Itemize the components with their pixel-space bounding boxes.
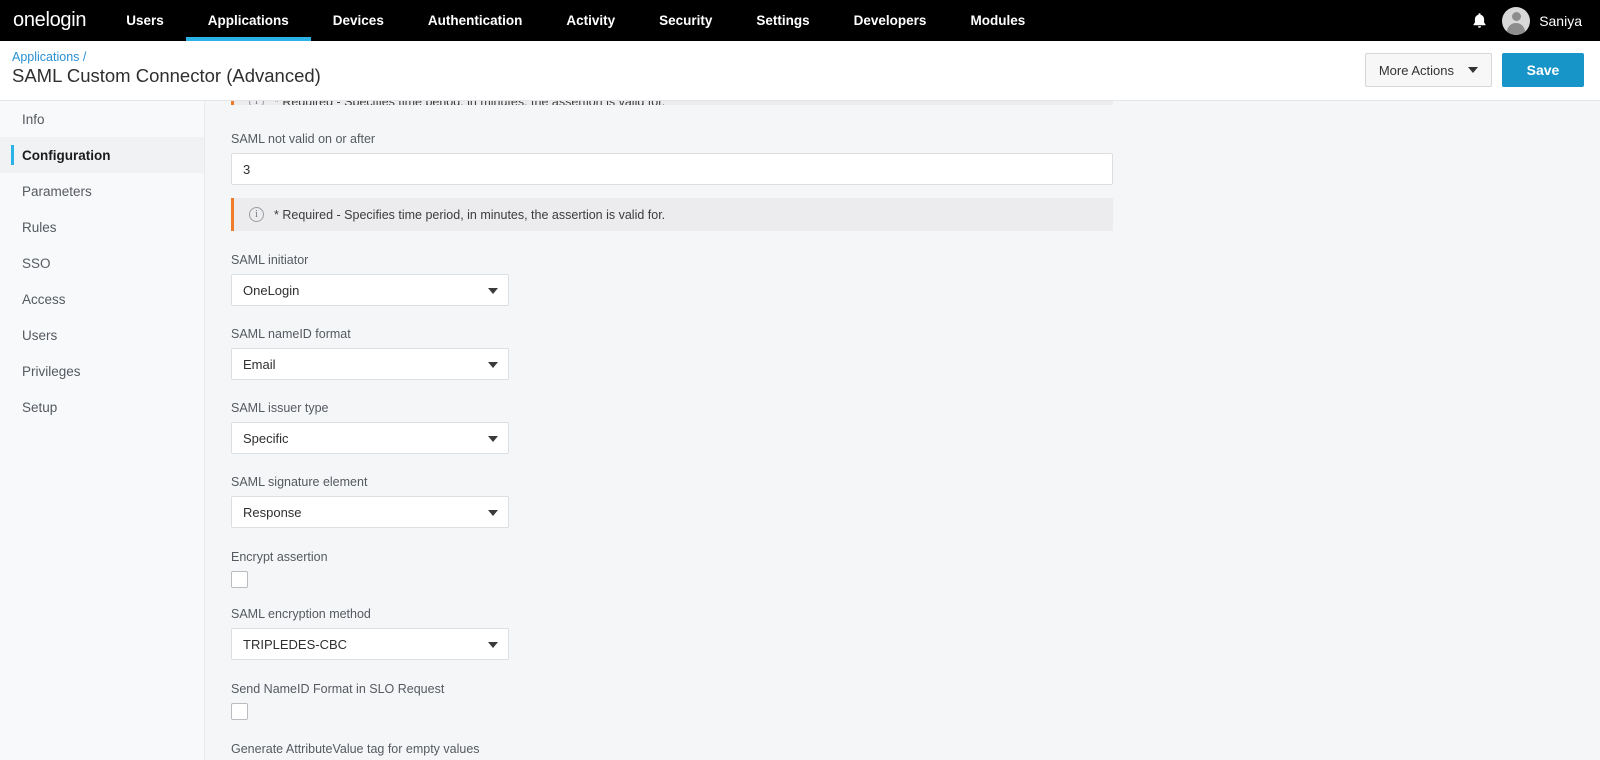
breadcrumb[interactable]: Applications / bbox=[12, 50, 86, 64]
field-encrypt-assertion: Encrypt assertion bbox=[231, 550, 1600, 588]
info-circle-icon: i bbox=[249, 207, 264, 222]
saml-initiator-value[interactable]: OneLogin bbox=[231, 274, 509, 306]
field-saml-issuer-type: SAML issuer type Specific bbox=[231, 401, 1600, 454]
saml-not-valid-input[interactable] bbox=[231, 153, 1113, 185]
header-actions: More Actions Save bbox=[1364, 53, 1584, 87]
configuration-form-panel: i * Required - Specifies time period, in… bbox=[205, 101, 1600, 760]
field-saml-not-valid-on-or-after: SAML not valid on or after i * Required … bbox=[231, 132, 1600, 231]
main-nav-items: Users Applications Devices Authenticatio… bbox=[104, 0, 1047, 41]
form-wrapper: i * Required - Specifies time period, in… bbox=[205, 101, 1600, 756]
sidebar-item-rules[interactable]: Rules bbox=[0, 209, 204, 245]
nav-item-authentication[interactable]: Authentication bbox=[406, 0, 545, 41]
sidebar-item-access[interactable]: Access bbox=[0, 281, 204, 317]
generate-attributevalue-tag-label: Generate AttributeValue tag for empty va… bbox=[231, 742, 480, 756]
info-banner-saml-not-valid: i * Required - Specifies time period, in… bbox=[231, 198, 1113, 231]
saml-signature-element-label: SAML signature element bbox=[231, 475, 368, 489]
encrypt-assertion-label: Encrypt assertion bbox=[231, 550, 328, 564]
top-navigation-bar: onelogin Users Applications Devices Auth… bbox=[0, 0, 1600, 41]
saml-encryption-method-label: SAML encryption method bbox=[231, 607, 371, 621]
page-title: SAML Custom Connector (Advanced) bbox=[12, 65, 321, 86]
field-send-nameid-format-slo: Send NameID Format in SLO Request bbox=[231, 682, 1600, 720]
page-header: Applications / SAML Custom Connector (Ad… bbox=[0, 41, 1600, 101]
sidebar-item-users[interactable]: Users bbox=[0, 317, 204, 353]
sidebar-item-sso[interactable]: SSO bbox=[0, 245, 204, 281]
saml-encryption-method-select[interactable]: TRIPLEDES-CBC bbox=[231, 628, 509, 660]
nav-item-modules[interactable]: Modules bbox=[948, 0, 1047, 41]
save-button[interactable]: Save bbox=[1502, 53, 1584, 87]
saml-issuer-type-select[interactable]: Specific bbox=[231, 422, 509, 454]
saml-initiator-label: SAML initiator bbox=[231, 253, 309, 267]
sidebar-item-privileges[interactable]: Privileges bbox=[0, 353, 204, 389]
app-sidebar: Info Configuration Parameters Rules SSO … bbox=[0, 101, 205, 760]
nav-item-devices[interactable]: Devices bbox=[311, 0, 406, 41]
info-banner-top-message: * Required - Specifies time period, in m… bbox=[274, 101, 665, 105]
chevron-down-icon bbox=[1468, 67, 1478, 73]
sidebar-item-configuration[interactable]: Configuration bbox=[0, 137, 204, 173]
encrypt-assertion-checkbox[interactable] bbox=[231, 571, 248, 588]
saml-nameid-format-value[interactable]: Email bbox=[231, 348, 509, 380]
field-saml-nameid-format: SAML nameID format Email bbox=[231, 327, 1600, 380]
more-actions-label: More Actions bbox=[1378, 62, 1454, 78]
nav-item-settings[interactable]: Settings bbox=[734, 0, 831, 41]
field-saml-encryption-method: SAML encryption method TRIPLEDES-CBC bbox=[231, 607, 1600, 660]
field-saml-initiator: SAML initiator OneLogin bbox=[231, 253, 1600, 306]
clipped-banner-region: i * Required - Specifies time period, in… bbox=[231, 101, 1600, 105]
nav-item-users[interactable]: Users bbox=[104, 0, 186, 41]
sidebar-item-parameters[interactable]: Parameters bbox=[0, 173, 204, 209]
nav-item-security[interactable]: Security bbox=[637, 0, 734, 41]
saml-encryption-method-value[interactable]: TRIPLEDES-CBC bbox=[231, 628, 509, 660]
nav-item-activity[interactable]: Activity bbox=[544, 0, 637, 41]
saml-not-valid-label: SAML not valid on or after bbox=[231, 132, 376, 146]
saml-nameid-format-select[interactable]: Email bbox=[231, 348, 509, 380]
saml-nameid-format-label: SAML nameID format bbox=[231, 327, 351, 341]
saml-issuer-type-value[interactable]: Specific bbox=[231, 422, 509, 454]
info-banner-top: i * Required - Specifies time period, in… bbox=[231, 101, 1113, 105]
saml-issuer-type-label: SAML issuer type bbox=[231, 401, 329, 415]
info-circle-icon: i bbox=[249, 101, 264, 105]
nav-item-developers[interactable]: Developers bbox=[832, 0, 949, 41]
send-nameid-format-slo-label: Send NameID Format in SLO Request bbox=[231, 682, 445, 696]
saml-signature-element-value[interactable]: Response bbox=[231, 496, 509, 528]
nav-item-applications[interactable]: Applications bbox=[185, 0, 311, 41]
info-banner-saml-not-valid-message: * Required - Specifies time period, in m… bbox=[274, 207, 666, 222]
sidebar-item-setup[interactable]: Setup bbox=[0, 389, 204, 425]
send-nameid-format-slo-checkbox[interactable] bbox=[231, 703, 248, 720]
avatar bbox=[1502, 6, 1531, 35]
saml-signature-element-select[interactable]: Response bbox=[231, 496, 509, 528]
user-menu[interactable]: Saniya bbox=[1502, 6, 1582, 35]
nav-right-group: Saniya bbox=[1470, 0, 1600, 41]
field-generate-attributevalue-tag: Generate AttributeValue tag for empty va… bbox=[231, 742, 1600, 756]
bell-icon[interactable] bbox=[1470, 11, 1488, 31]
username-label: Saniya bbox=[1539, 12, 1582, 29]
onelogin-logo[interactable]: onelogin bbox=[0, 0, 104, 41]
field-saml-signature-element: SAML signature element Response bbox=[231, 475, 1600, 528]
saml-initiator-select[interactable]: OneLogin bbox=[231, 274, 509, 306]
sidebar-item-info[interactable]: Info bbox=[0, 101, 204, 137]
more-actions-button[interactable]: More Actions bbox=[1364, 53, 1492, 87]
